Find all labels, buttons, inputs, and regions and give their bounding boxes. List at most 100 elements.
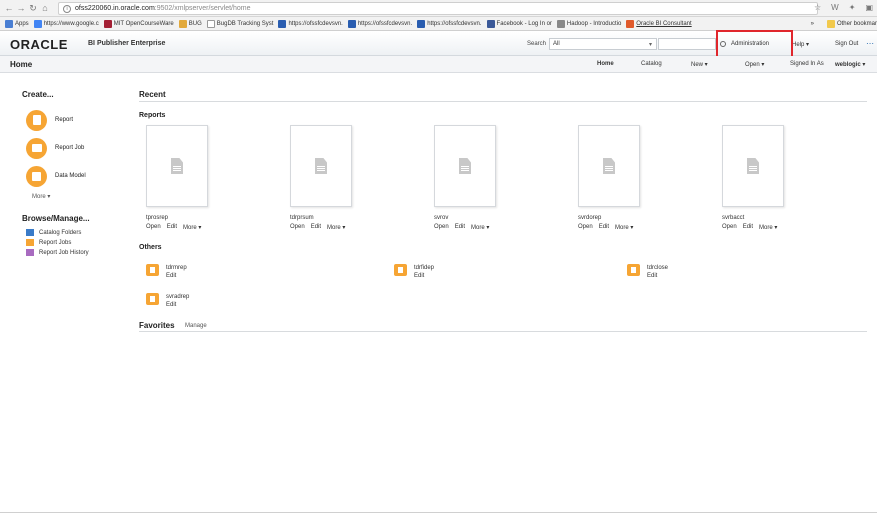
report-card: svrov Open Edit More ▾ xyxy=(434,125,504,231)
edit-link[interactable]: Edit xyxy=(599,224,609,231)
forward-arrow-icon[interactable]: → xyxy=(15,3,27,13)
page-title-bar: Home Home Catalog New ▾ Open ▾ Signed In… xyxy=(0,56,877,73)
create-data-model[interactable]: Data Model xyxy=(22,165,122,187)
menu-icon[interactable]: ▣ xyxy=(865,3,873,12)
report-thumbnail[interactable] xyxy=(434,125,496,207)
other-item-name[interactable]: tdrfidep xyxy=(414,264,434,272)
create-report-job-label: Report Job xyxy=(55,145,85,151)
bookmark-label: https://ofssfcdevsvn. xyxy=(427,20,482,27)
bookmark-facebook[interactable]: Facebook - Log In or xyxy=(486,19,552,28)
apps-grid-icon xyxy=(5,19,13,28)
more-menu[interactable]: More ▾ xyxy=(759,224,777,231)
more-menu[interactable]: More ▾ xyxy=(471,224,489,231)
other-bookmarks[interactable]: Other bookmar xyxy=(826,20,877,28)
report-job-history-label: Report Job History xyxy=(39,249,89,256)
more-options-icon[interactable]: ⋯ xyxy=(866,39,874,48)
report-jobs-icon xyxy=(26,239,34,246)
nav-open[interactable]: Open ▾ xyxy=(745,61,764,68)
more-label: More xyxy=(327,225,341,231)
nav-new[interactable]: New ▾ xyxy=(691,61,708,68)
page-icon xyxy=(206,19,215,28)
document-icon xyxy=(603,158,615,174)
report-card: tprosrep Open Edit More ▾ xyxy=(146,125,216,231)
nav-home[interactable]: Home xyxy=(597,61,614,67)
edit-link[interactable]: Edit xyxy=(647,272,668,280)
data-model-icon xyxy=(26,165,47,187)
sign-out-link[interactable]: Sign Out xyxy=(835,41,858,47)
report-name: tdrprsum xyxy=(290,215,314,221)
bookmark-mit[interactable]: MIT OpenCourseWare xyxy=(103,19,174,28)
bookmark-google[interactable]: https://www.google.c xyxy=(33,19,99,28)
open-link[interactable]: Open xyxy=(290,224,305,231)
bookmark-label: https://www.google.c xyxy=(43,20,99,27)
more-bookmarks-button[interactable]: » xyxy=(811,21,814,27)
edit-link[interactable]: Edit xyxy=(743,224,753,231)
address-bar[interactable]: i ofss220060.in.oracle.com:9502/xmlpserv… xyxy=(58,2,818,15)
create-more-label: More xyxy=(32,194,46,200)
bookmark-hadoop[interactable]: Hadoop - Introductio xyxy=(556,19,621,28)
edit-link[interactable]: Edit xyxy=(166,301,189,309)
browse-manage-heading: Browse/Manage... xyxy=(22,214,90,223)
data-model-icon xyxy=(627,264,640,276)
back-arrow-icon[interactable]: ← xyxy=(3,3,15,13)
extension-w-icon[interactable]: W xyxy=(831,3,839,12)
bookmark-bug[interactable]: BUG xyxy=(178,19,202,28)
other-item-name[interactable]: tdrclose xyxy=(647,264,668,272)
nav-open-label: Open xyxy=(745,62,760,68)
report-thumbnail[interactable] xyxy=(290,125,352,207)
other-item-name[interactable]: tdrmrep xyxy=(166,264,187,272)
report-actions: Open Edit More ▾ xyxy=(434,224,504,231)
catalog-folders-link[interactable]: Catalog Folders xyxy=(26,229,122,236)
create-report-job[interactable]: Report Job xyxy=(22,137,122,159)
nav-catalog[interactable]: Catalog xyxy=(641,61,662,67)
open-link[interactable]: Open xyxy=(434,224,449,231)
more-menu[interactable]: More ▾ xyxy=(615,224,633,231)
bookmark-svn-2[interactable]: https://ofssfcdevsvn. xyxy=(347,19,413,28)
bookmark-oracle-bi[interactable]: Oracle BI Consultant xyxy=(626,19,692,28)
bookmark-svn-3[interactable]: https://ofssfcdevsvn. xyxy=(417,19,482,28)
more-menu[interactable]: More ▾ xyxy=(327,224,345,231)
open-link[interactable]: Open xyxy=(722,224,737,231)
reload-icon[interactable]: ↻ xyxy=(27,3,39,14)
report-card: svrdorep Open Edit More ▾ xyxy=(578,125,648,231)
chevron-down-icon: ▾ xyxy=(648,42,652,48)
user-menu[interactable]: weblogic ▾ xyxy=(835,61,865,68)
bookmark-label: Oracle BI Consultant xyxy=(636,20,692,27)
bookmark-svn-1[interactable]: https://ofssfcdevsvn. xyxy=(278,19,343,28)
job-history-icon xyxy=(26,249,34,256)
report-thumbnail[interactable] xyxy=(578,125,640,207)
extension-pin-icon[interactable]: ✦ xyxy=(849,3,856,12)
bookmark-apps[interactable]: Apps xyxy=(5,19,29,28)
report-actions: Open Edit More ▾ xyxy=(578,224,648,231)
open-link[interactable]: Open xyxy=(146,224,161,231)
edit-link[interactable]: Edit xyxy=(311,224,321,231)
search-input[interactable] xyxy=(658,38,716,50)
report-thumbnail[interactable] xyxy=(722,125,784,207)
info-icon[interactable]: i xyxy=(63,4,71,13)
favorites-manage-link[interactable]: Manage xyxy=(185,323,207,329)
help-menu[interactable]: Help ▾ xyxy=(792,41,809,48)
edit-link[interactable]: Edit xyxy=(414,272,434,280)
create-report[interactable]: Report xyxy=(22,109,122,131)
edit-link[interactable]: Edit xyxy=(167,224,177,231)
bookmark-label: https://ofssfcdevsvn. xyxy=(357,20,413,27)
edit-link[interactable]: Edit xyxy=(455,224,465,231)
create-report-label: Report xyxy=(55,117,74,123)
search-scope-select[interactable]: All ▾ xyxy=(549,38,657,50)
report-thumbnail[interactable] xyxy=(146,125,208,207)
edit-link[interactable]: Edit xyxy=(166,272,187,280)
report-actions: Open Edit More ▾ xyxy=(722,224,792,231)
star-icon[interactable]: ☆ xyxy=(814,3,821,12)
browser-actions: ☆ W ✦ ▣ xyxy=(814,3,873,12)
more-menu[interactable]: More ▾ xyxy=(183,224,201,231)
report-jobs-link[interactable]: Report Jobs xyxy=(26,239,122,246)
other-item-name[interactable]: svradrep xyxy=(166,293,189,301)
bookmark-bugdb[interactable]: BugDB Tracking Syst xyxy=(206,19,273,28)
svn-icon xyxy=(278,19,287,28)
browser-toolbar: ← → ↻ ⌂ i ofss220060.in.oracle.com:9502/… xyxy=(0,0,877,17)
create-more-menu[interactable]: More ▾ xyxy=(32,193,122,200)
open-link[interactable]: Open xyxy=(578,224,593,231)
bug-icon xyxy=(178,19,187,28)
home-icon[interactable]: ⌂ xyxy=(39,3,51,13)
report-job-history-link[interactable]: Report Job History xyxy=(26,249,122,256)
